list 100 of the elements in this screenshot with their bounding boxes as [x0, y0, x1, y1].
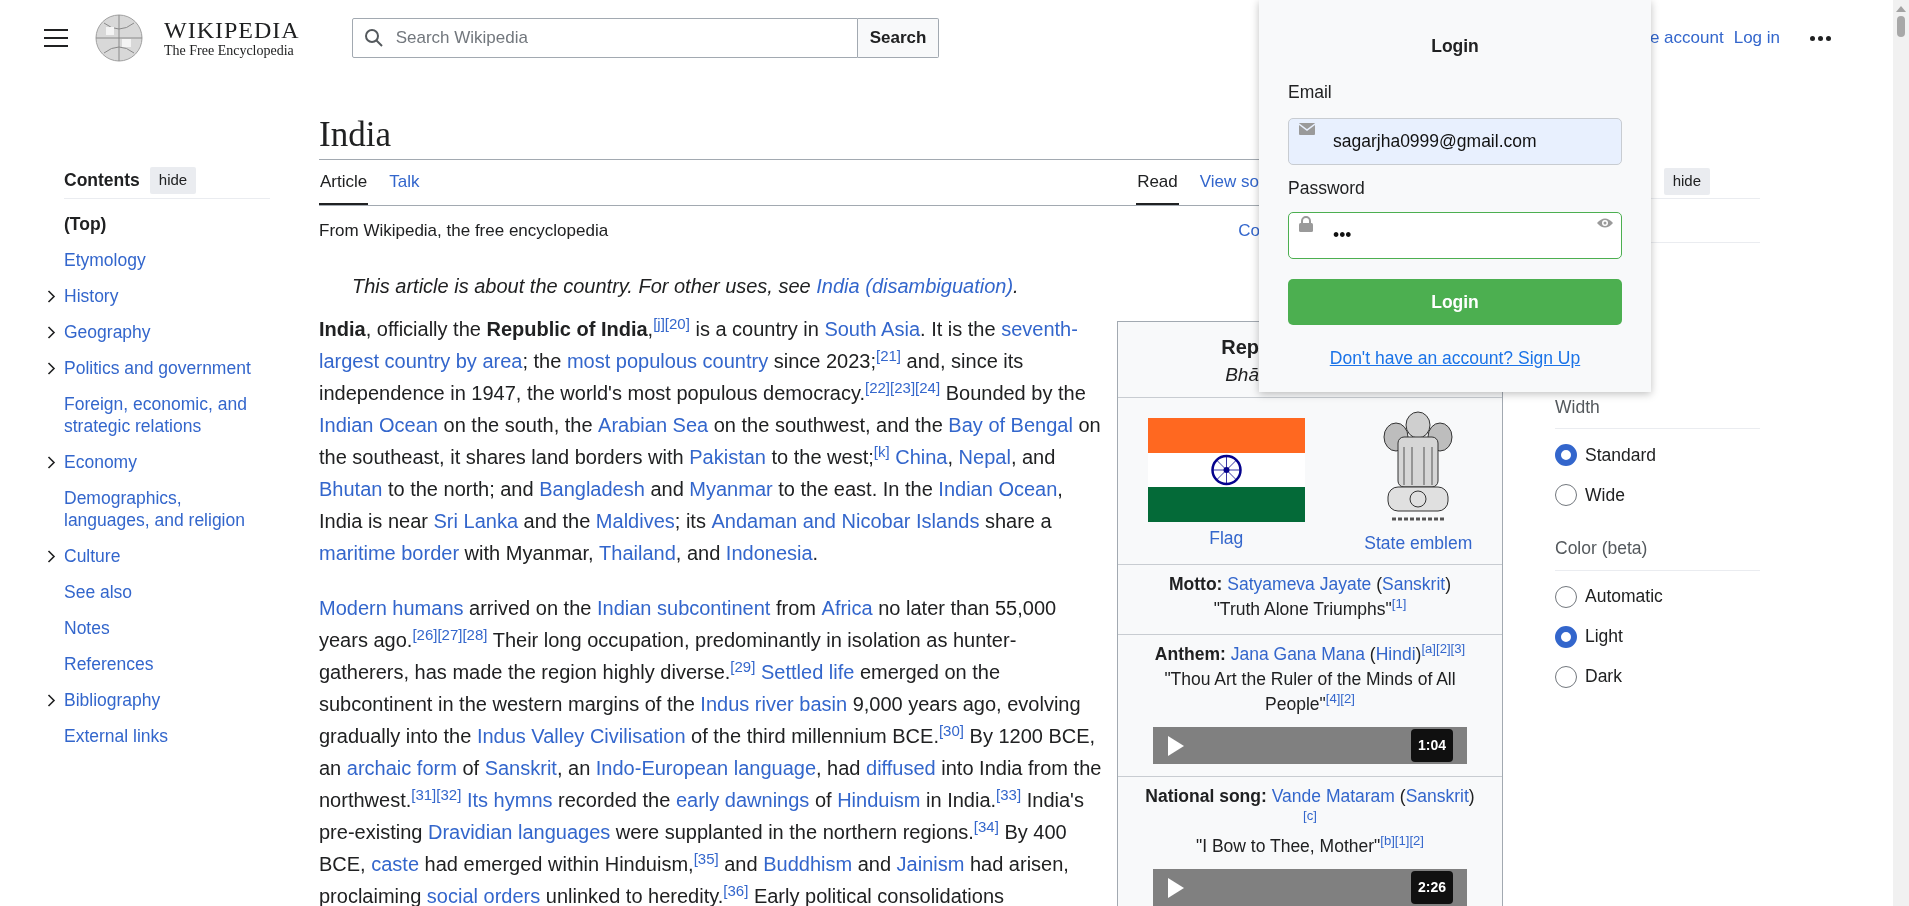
link[interactable]: Sri Lanka [433, 505, 518, 537]
link[interactable]: archaic form [346, 752, 457, 784]
reference-link[interactable]: [23] [890, 378, 916, 396]
reference-link[interactable]: [b] [1380, 833, 1395, 849]
chevron-icon[interactable] [47, 550, 56, 563]
contents-item[interactable]: Foreign, economic, and strategic relations [64, 393, 270, 437]
radio-button[interactable] [1555, 625, 1577, 648]
hide-button[interactable]: hide [1663, 168, 1710, 195]
link[interactable]: India (disambiguation) [816, 270, 1014, 302]
search-button[interactable]: Search [857, 18, 940, 58]
reference-link[interactable]: [27] [437, 625, 463, 643]
link[interactable]: diffused [866, 752, 936, 784]
link[interactable]: Vande Mataram [1271, 784, 1395, 809]
header-link[interactable]: e account [1649, 25, 1724, 51]
link[interactable]: Dravidian languages [427, 816, 611, 848]
link[interactable]: Indus Valley Civilisation [476, 720, 686, 752]
link[interactable]: most populous country [566, 345, 769, 377]
link[interactable]: Indo-European language [595, 752, 816, 784]
link[interactable]: early dawnings [675, 784, 810, 816]
link[interactable]: social orders [426, 880, 541, 906]
link[interactable]: Jana Gana Mana [1230, 642, 1365, 667]
reference-link[interactable]: [22] [865, 378, 891, 396]
radio-button[interactable] [1555, 665, 1577, 688]
reference-link[interactable]: [k] [873, 442, 890, 460]
reference-link[interactable]: [4] [1325, 691, 1341, 707]
radio-button[interactable] [1555, 585, 1577, 608]
eye-icon[interactable] [1596, 216, 1614, 229]
reference-link[interactable]: [a] [1421, 641, 1436, 657]
scrollbar-thumb[interactable] [1897, 16, 1905, 37]
page-tab[interactable]: View so [1198, 160, 1260, 205]
contents-item[interactable]: References [64, 653, 270, 675]
link[interactable]: Sanskrit [1382, 572, 1446, 597]
contents-item[interactable]: External links [64, 725, 270, 747]
reference-link[interactable]: [28] [462, 625, 488, 643]
reference-link[interactable]: [c] [1303, 808, 1317, 824]
radio-button[interactable] [1555, 444, 1577, 467]
more-icon[interactable] [1810, 35, 1831, 41]
link[interactable]: China [895, 441, 948, 473]
reference-link[interactable]: [36] [723, 881, 749, 899]
link[interactable]: Sanskrit [484, 752, 557, 784]
link[interactable]: South Asia [824, 313, 920, 345]
coordinates-link[interactable]: Co [1238, 220, 1260, 242]
contents-item[interactable]: Etymology [64, 249, 270, 271]
link[interactable]: Satyameva Jayate [1227, 572, 1372, 597]
link[interactable]: Maldives [595, 505, 675, 537]
link[interactable]: Bay of Bengal [948, 409, 1073, 441]
link[interactable]: Africa [821, 592, 873, 624]
link[interactable]: Modern humans [319, 592, 464, 624]
contents-item[interactable]: Politics and government [64, 357, 270, 379]
reference-link[interactable]: [3] [1450, 641, 1466, 657]
audio-player[interactable]: 1:04 [1153, 727, 1467, 764]
link[interactable]: Arabian Sea [598, 409, 709, 441]
link[interactable]: Jainism [896, 848, 965, 880]
reference-link[interactable]: [33] [996, 785, 1022, 803]
image-caption[interactable]: Flag [1209, 526, 1244, 550]
link[interactable]: Bhutan [319, 473, 383, 505]
link[interactable]: Indonesia [725, 537, 813, 569]
contents-item[interactable]: Notes [64, 617, 270, 639]
audio-player[interactable]: 2:26 [1153, 869, 1467, 906]
contents-item[interactable]: Culture [64, 545, 270, 567]
scrollbar[interactable] [1893, 0, 1909, 906]
link[interactable]: Thailand [599, 537, 676, 569]
reference-link[interactable]: [29] [730, 657, 756, 675]
chevron-icon[interactable] [47, 290, 56, 303]
chevron-icon[interactable] [47, 456, 56, 469]
signup-link[interactable]: Don't have an account? Sign Up [1329, 344, 1581, 371]
link[interactable]: Indus river basin [700, 688, 848, 720]
image-caption[interactable]: State emblem [1364, 531, 1473, 555]
play-icon[interactable] [1167, 734, 1185, 757]
reference-link[interactable]: [31] [411, 785, 437, 803]
reference-link[interactable]: [24] [915, 378, 941, 396]
menu-icon[interactable] [44, 29, 68, 47]
reference-link[interactable]: [1] [1391, 596, 1407, 612]
reference-link[interactable]: [26] [412, 625, 438, 643]
play-icon[interactable] [1167, 876, 1185, 899]
reference-link[interactable]: [j] [653, 314, 665, 332]
contents-item[interactable]: History [64, 285, 270, 307]
link[interactable]: Sanskrit [1405, 784, 1469, 809]
radio-button[interactable] [1555, 484, 1577, 507]
page-tab[interactable]: Article [319, 160, 369, 205]
reference-link[interactable]: [2] [1436, 641, 1451, 657]
page-tab[interactable]: Read [1136, 160, 1179, 205]
reference-link[interactable]: [30] [938, 721, 964, 739]
contents-item[interactable]: Bibliography [64, 689, 270, 711]
reference-link[interactable]: [34] [973, 817, 999, 835]
contents-item[interactable]: See also [64, 581, 270, 603]
reference-link[interactable]: [32] [436, 785, 462, 803]
link[interactable]: Settled life [761, 656, 855, 688]
contents-item[interactable]: (Top) [64, 213, 270, 235]
link[interactable]: Hindi [1375, 642, 1416, 667]
link[interactable]: Myanmar [689, 473, 773, 505]
link[interactable]: Andaman and Nicobar Islands [711, 505, 980, 537]
link[interactable]: Indian subcontinent [596, 592, 771, 624]
contents-item[interactable]: Demographics, languages, and religion [64, 487, 270, 531]
reference-link[interactable]: [35] [693, 849, 719, 867]
contents-item[interactable]: Geography [64, 321, 270, 343]
reference-link[interactable]: [21] [876, 346, 902, 364]
hide-button[interactable]: hide [149, 167, 197, 194]
link[interactable]: Indian Ocean [319, 409, 438, 441]
chevron-icon[interactable] [47, 694, 56, 707]
